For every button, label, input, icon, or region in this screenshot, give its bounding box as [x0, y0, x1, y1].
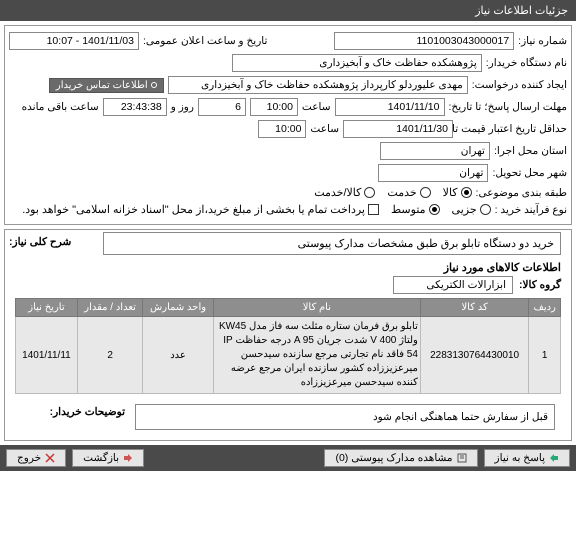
- buyer-field: پژوهشکده حفاظت خاک و آبخیزداری: [232, 54, 482, 72]
- buyer-note-text: قبل از سفارش حتما هماهنگی انجام شود: [135, 404, 555, 430]
- need-no-field: 1101003043000017: [334, 32, 514, 50]
- page-title: جزئیات اطلاعات نیاز: [475, 5, 568, 17]
- info-icon: [151, 82, 157, 88]
- buyer-label: نام دستگاه خریدار:: [486, 57, 567, 69]
- reply-icon: [549, 453, 559, 463]
- table-row: 1 2283130764430010 تابلو برق فرمان ستاره…: [16, 317, 561, 394]
- radio-goods[interactable]: کالا: [443, 186, 472, 199]
- cell-code: 2283130764430010: [420, 317, 528, 394]
- radio-goods-service-label: کالا/خدمت: [314, 186, 361, 199]
- contact-info-button[interactable]: اطلاعات تماس خریدار: [49, 78, 164, 93]
- hour-label-2: ساعت: [310, 123, 339, 135]
- need-no-label: شماره نیاز:: [518, 35, 567, 47]
- page-title-bar: جزئیات اطلاعات نیاز: [0, 0, 576, 21]
- announce-field: 1401/11/03 - 10:07: [9, 32, 139, 50]
- deadline-date-field: 1401/11/10: [335, 98, 445, 116]
- radio-icon: [364, 187, 375, 198]
- back-button[interactable]: بازگشت: [72, 449, 144, 467]
- exec-addr-field: تهران: [380, 142, 490, 160]
- radio-service-label: خدمت: [387, 186, 416, 199]
- subject-panel: شرح کلی نیاز: خرید دو دستگاه تابلو برق ط…: [4, 229, 572, 441]
- creator-label: ایجاد کننده درخواست:: [472, 79, 567, 91]
- cell-unit: عدد: [143, 317, 213, 394]
- class-label: طبقه بندی موضوعی:: [476, 187, 567, 199]
- announce-label: تاریخ و ساعت اعلان عمومی:: [143, 35, 267, 47]
- radio-icon: [420, 187, 431, 198]
- process-label: نوع فرآیند خرید :: [495, 204, 567, 216]
- back-icon: [123, 453, 133, 463]
- radio-icon: [429, 204, 440, 215]
- checkbox-icon: [368, 204, 379, 215]
- remain-time-field: 23:43:38: [103, 98, 167, 116]
- validity-date-field: 1401/11/30: [343, 120, 453, 138]
- docs-button[interactable]: مشاهده مدارک پیوستی (0): [324, 449, 477, 467]
- exit-icon: [45, 453, 55, 463]
- back-label: بازگشت: [83, 452, 119, 464]
- reply-button[interactable]: پاسخ به نیاز: [484, 449, 570, 467]
- docs-label: مشاهده مدارک پیوستی (0): [335, 452, 452, 464]
- details-panel: شماره نیاز: 1101003043000017 تاریخ و ساع…: [4, 25, 572, 225]
- radio-small[interactable]: جزیی: [452, 203, 491, 216]
- col-date: تاریخ نیاز: [16, 299, 78, 317]
- cell-row: 1: [529, 317, 561, 394]
- col-qty: تعداد / مقدار: [77, 299, 142, 317]
- radio-goods-label: کالا: [443, 186, 458, 199]
- footer-bar: پاسخ به نیاز مشاهده مدارک پیوستی (0) باز…: [0, 445, 576, 471]
- docs-icon: [457, 453, 467, 463]
- radio-goods-service[interactable]: کالا/خدمت: [314, 186, 375, 199]
- radio-icon: [461, 187, 472, 198]
- radio-icon: [480, 204, 491, 215]
- group-field: ابزارالات الکتریکی: [393, 276, 513, 294]
- deliver-city-field: تهران: [378, 164, 488, 182]
- col-row: ردیف: [529, 299, 561, 317]
- deliver-city-label: شهر محل تحویل:: [492, 167, 567, 179]
- hour-label-1: ساعت: [302, 101, 331, 113]
- validity-hour-field: 10:00: [258, 120, 306, 138]
- payment-note-label: پرداخت تمام یا بخشی از مبلغ خرید،از محل …: [22, 203, 365, 216]
- remain-days-field: 6: [198, 98, 246, 116]
- day-and-label: روز و: [171, 101, 194, 113]
- table-header-row: ردیف کد کالا نام کالا واحد شمارش تعداد /…: [16, 299, 561, 317]
- col-unit: واحد شمارش: [143, 299, 213, 317]
- cell-qty: 2: [77, 317, 142, 394]
- exit-label: خروج: [17, 452, 41, 464]
- reply-label: پاسخ به نیاز: [495, 452, 545, 464]
- payment-note[interactable]: پرداخت تمام یا بخشی از مبلغ خرید،از محل …: [22, 203, 379, 216]
- radio-small-label: جزیی: [452, 203, 477, 216]
- remain-suffix: ساعت باقی مانده: [22, 101, 99, 113]
- group-label: گروه کالا:: [519, 279, 561, 291]
- radio-medium[interactable]: متوسط: [391, 203, 440, 216]
- validity-label: حداقل تاریخ اعتبار قیمت تا تاریخ:: [457, 123, 567, 135]
- exit-button[interactable]: خروج: [6, 449, 66, 467]
- buyer-note-label: توضیحات خریدار:: [50, 400, 125, 418]
- col-code: کد کالا: [420, 299, 528, 317]
- goods-table: ردیف کد کالا نام کالا واحد شمارش تعداد /…: [15, 298, 561, 394]
- radio-medium-label: متوسط: [391, 203, 426, 216]
- subject-text: خرید دو دستگاه تابلو برق طبق مشخصات مدار…: [103, 232, 561, 255]
- subject-label: شرح کلی نیاز:: [9, 236, 71, 248]
- cell-date: 1401/11/11: [16, 317, 78, 394]
- contact-info-label: اطلاعات تماس خریدار: [56, 80, 148, 91]
- cell-name: تابلو برق فرمان ستاره مثلث سه فاز مدل KW…: [213, 317, 420, 394]
- col-name: نام کالا: [213, 299, 420, 317]
- deadline-label: مهلت ارسال پاسخ؛ تا تاریخ:: [449, 101, 568, 113]
- deadline-hour-field: 10:00: [250, 98, 298, 116]
- exec-addr-label: استان محل اجرا:: [494, 145, 567, 157]
- creator-field: مهدی علیوردلو کارپرداز پژوهشکده حفاظت خا…: [168, 76, 468, 94]
- radio-service[interactable]: خدمت: [387, 186, 430, 199]
- goods-section-title: اطلاعات کالاهای مورد نیاز: [15, 261, 561, 274]
